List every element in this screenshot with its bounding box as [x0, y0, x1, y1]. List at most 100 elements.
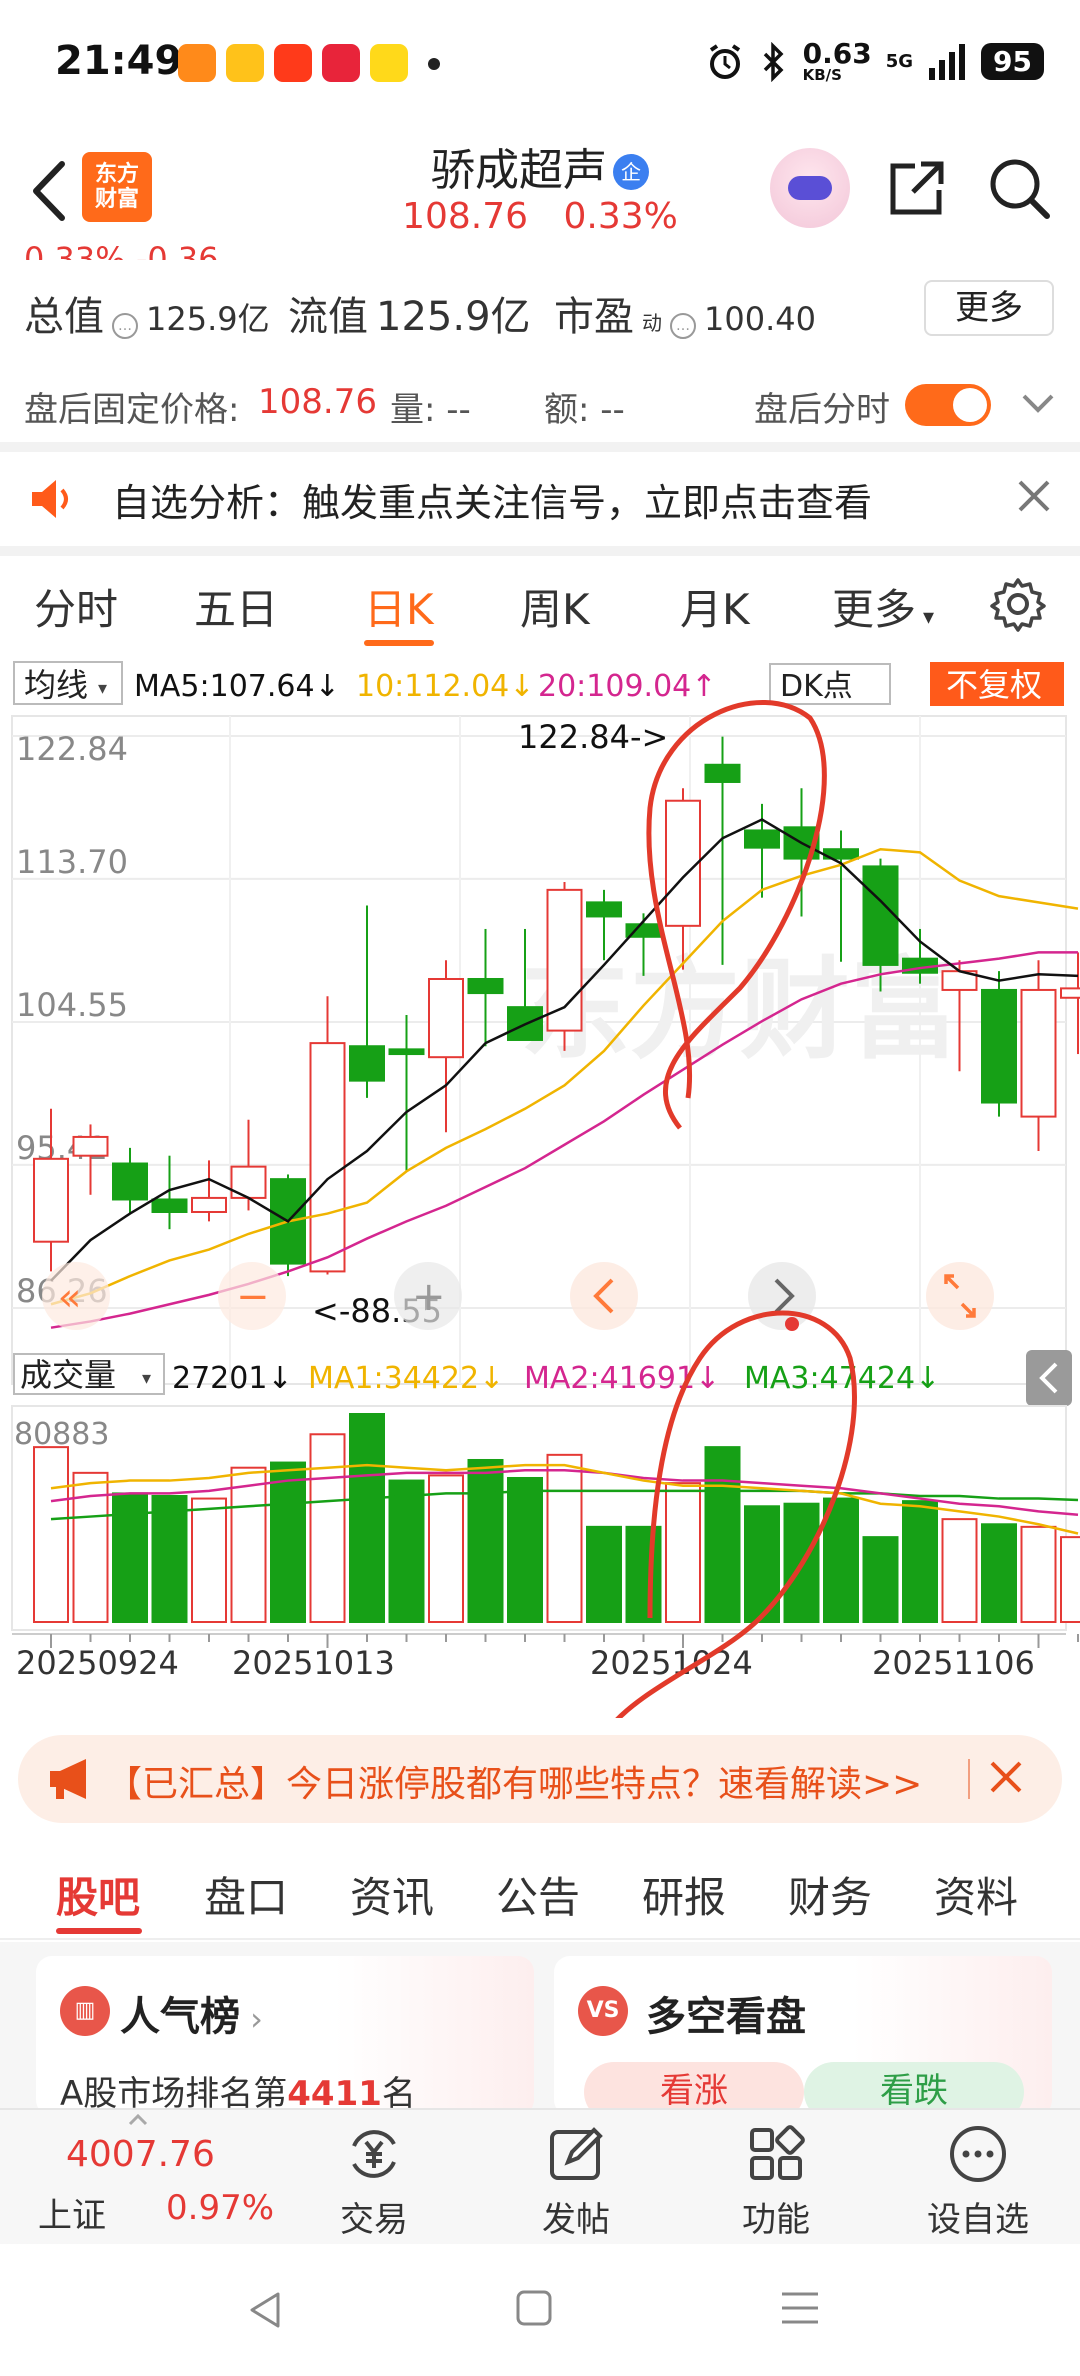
index-name[interactable]: 上证: [38, 2188, 106, 2237]
tab-more[interactable]: 更多 ▾: [832, 576, 934, 637]
candle-body: [33, 1157, 69, 1243]
signal-type: 5G: [885, 51, 914, 72]
tab-news[interactable]: 资讯: [350, 1864, 434, 1925]
search-icon[interactable]: [985, 154, 1053, 222]
megaphone-icon: [50, 1759, 86, 1799]
tab-announcements[interactable]: 公告: [496, 1864, 580, 1925]
kline-chart[interactable]: 均线 ▾ MA5:107.64↓ 10:112.04↓ 20:109.04↑ D…: [0, 658, 1080, 1718]
banner-text: 【已汇总】今日涨停股都有哪些特点？速看解读>>: [106, 1764, 923, 1805]
notification-dot-icon: [428, 58, 440, 70]
volume-bar: [586, 1525, 622, 1624]
volume-bar: [349, 1413, 385, 1623]
trade-button[interactable]: 交易: [314, 2122, 434, 2242]
valuation-row: 总值 … 125.9亿 流值 125.9亿 市盈 动 … 100.40 更多: [0, 270, 1080, 350]
volume-bar: [191, 1497, 227, 1623]
promo-banner[interactable]: 【已汇总】今日涨停股都有哪些特点？速看解读>>: [18, 1735, 1062, 1823]
period-tabs: 分时 五日 日K 周K 月K 更多 ▾: [0, 556, 1080, 652]
plus-icon: +: [412, 1274, 446, 1320]
minus-icon: −: [236, 1274, 270, 1320]
app-notification-icon: [370, 44, 408, 82]
kline-chart-svg: 均线 ▾ MA5:107.64↓ 10:112.04↓ 20:109.04↑ D…: [11, 661, 1080, 1718]
adjust-button[interactable]: 不复权: [946, 666, 1042, 704]
chevron-down-icon: ▾: [142, 1368, 151, 1389]
index-change-pct[interactable]: 0.97%: [166, 2188, 274, 2228]
functions-button[interactable]: 功能: [716, 2122, 836, 2242]
nav-home-icon[interactable]: [514, 2288, 554, 2328]
stock-price: 108.76: [402, 196, 529, 237]
popularity-title: 人气榜 ›: [120, 1994, 263, 2040]
fullscreen-button[interactable]: [926, 1262, 994, 1330]
bottom-toolbar: 4007.76 上证 0.97% 交易 发帖 功能 设自选: [0, 2108, 1080, 2244]
max-marker: 122.84->: [518, 718, 668, 756]
bull-bear-card[interactable]: VS 多空看盘 看涨 看跌: [554, 1956, 1052, 2116]
after-hours-toggle[interactable]: [905, 384, 991, 426]
yuan-exchange-icon: [352, 2130, 396, 2178]
timeshare-label: 盘后分时: [754, 390, 890, 430]
candle-body: [586, 901, 622, 918]
chart-bars-icon: ▥: [60, 1986, 110, 2036]
share-icon[interactable]: [885, 156, 949, 220]
volume-bar: [1060, 1536, 1080, 1623]
edit-icon: [550, 2127, 603, 2180]
alarm-icon: [709, 43, 740, 79]
total-value: 总值 … 125.9亿: [24, 294, 270, 340]
add-watchlist-button[interactable]: 设自选: [918, 2122, 1038, 2242]
volume-bar: [941, 1518, 978, 1624]
signal-icon: [929, 43, 966, 80]
volume-selector[interactable]: 成交量: [20, 1356, 116, 1394]
candle-body: [151, 1198, 188, 1213]
tab-weekly-k[interactable]: 周K: [520, 576, 590, 637]
scroll-right-button[interactable]: [748, 1262, 816, 1330]
close-icon[interactable]: [1016, 478, 1052, 514]
info-icon[interactable]: …: [670, 313, 696, 339]
candle-body: [546, 888, 583, 1032]
tab-profile[interactable]: 资料: [934, 1864, 1018, 1925]
nav-back-icon[interactable]: [244, 2288, 288, 2332]
chart-controls: « − +: [42, 1262, 994, 1331]
battery-indicator: 95: [981, 43, 1044, 80]
volume-bar: [981, 1523, 1017, 1624]
candle-body: [704, 763, 741, 783]
tab-intraday[interactable]: 分时: [34, 576, 118, 637]
close-icon[interactable]: [986, 1757, 1026, 1797]
candle-body: [191, 1196, 227, 1213]
tab-order-book[interactable]: 盘口: [204, 1864, 288, 1925]
y-tick-label: 104.55: [16, 986, 128, 1024]
after-amount: 额: --: [544, 390, 625, 430]
nav-recents-icon[interactable]: [778, 2288, 822, 2328]
candle-body: [467, 977, 504, 995]
candle-body: [349, 1045, 385, 1082]
ma-selector[interactable]: 均线: [24, 666, 88, 704]
tab-research[interactable]: 研报: [642, 1864, 726, 1925]
info-icon[interactable]: …: [112, 313, 138, 339]
volume-value: 27201↓: [172, 1361, 293, 1396]
index-value[interactable]: 4007.76: [66, 2134, 215, 2175]
ai-assistant-icon[interactable]: [770, 148, 850, 228]
dk-button[interactable]: DK点: [780, 669, 853, 704]
tab-monthly-k[interactable]: 月K: [680, 576, 750, 637]
gear-icon[interactable]: [990, 576, 1046, 632]
stock-header: 东方 财富 骄成超声企 108.76 0.33%: [0, 130, 1080, 250]
collapse-panel-button[interactable]: [1026, 1350, 1072, 1406]
tab-daily-k[interactable]: 日K: [364, 576, 434, 637]
after-hours-row: 盘后固定价格: 108.76 量: -- 额: -- 盘后分时: [0, 362, 1080, 442]
y-tick-label: 113.70: [16, 843, 128, 881]
notice-bar[interactable]: 自选分析：触发重点关注信号，立即点击查看: [0, 452, 1080, 544]
tab-guba[interactable]: 股吧: [56, 1864, 140, 1925]
divider: [968, 1759, 970, 1799]
tab-five-day[interactable]: 五日: [194, 576, 278, 637]
system-nav-bar: [0, 2244, 1080, 2376]
candle-body: [862, 865, 899, 966]
popularity-card[interactable]: ▥ 人气榜 › A股市场排名第4411名: [36, 1956, 534, 2116]
scroll-left-button[interactable]: [570, 1262, 638, 1330]
candle-body: [388, 1048, 425, 1056]
candle-body: [428, 977, 464, 1059]
post-button[interactable]: 发帖: [516, 2122, 636, 2242]
volume-bar: [428, 1474, 464, 1624]
tab-financials[interactable]: 财务: [788, 1864, 872, 1925]
chevron-down-icon[interactable]: [1020, 388, 1056, 418]
candle-body: [309, 1042, 346, 1273]
more-button[interactable]: 更多: [924, 280, 1054, 336]
pe-ratio: 市盈 动 … 100.40: [554, 294, 816, 340]
volume-bar: [625, 1525, 662, 1624]
